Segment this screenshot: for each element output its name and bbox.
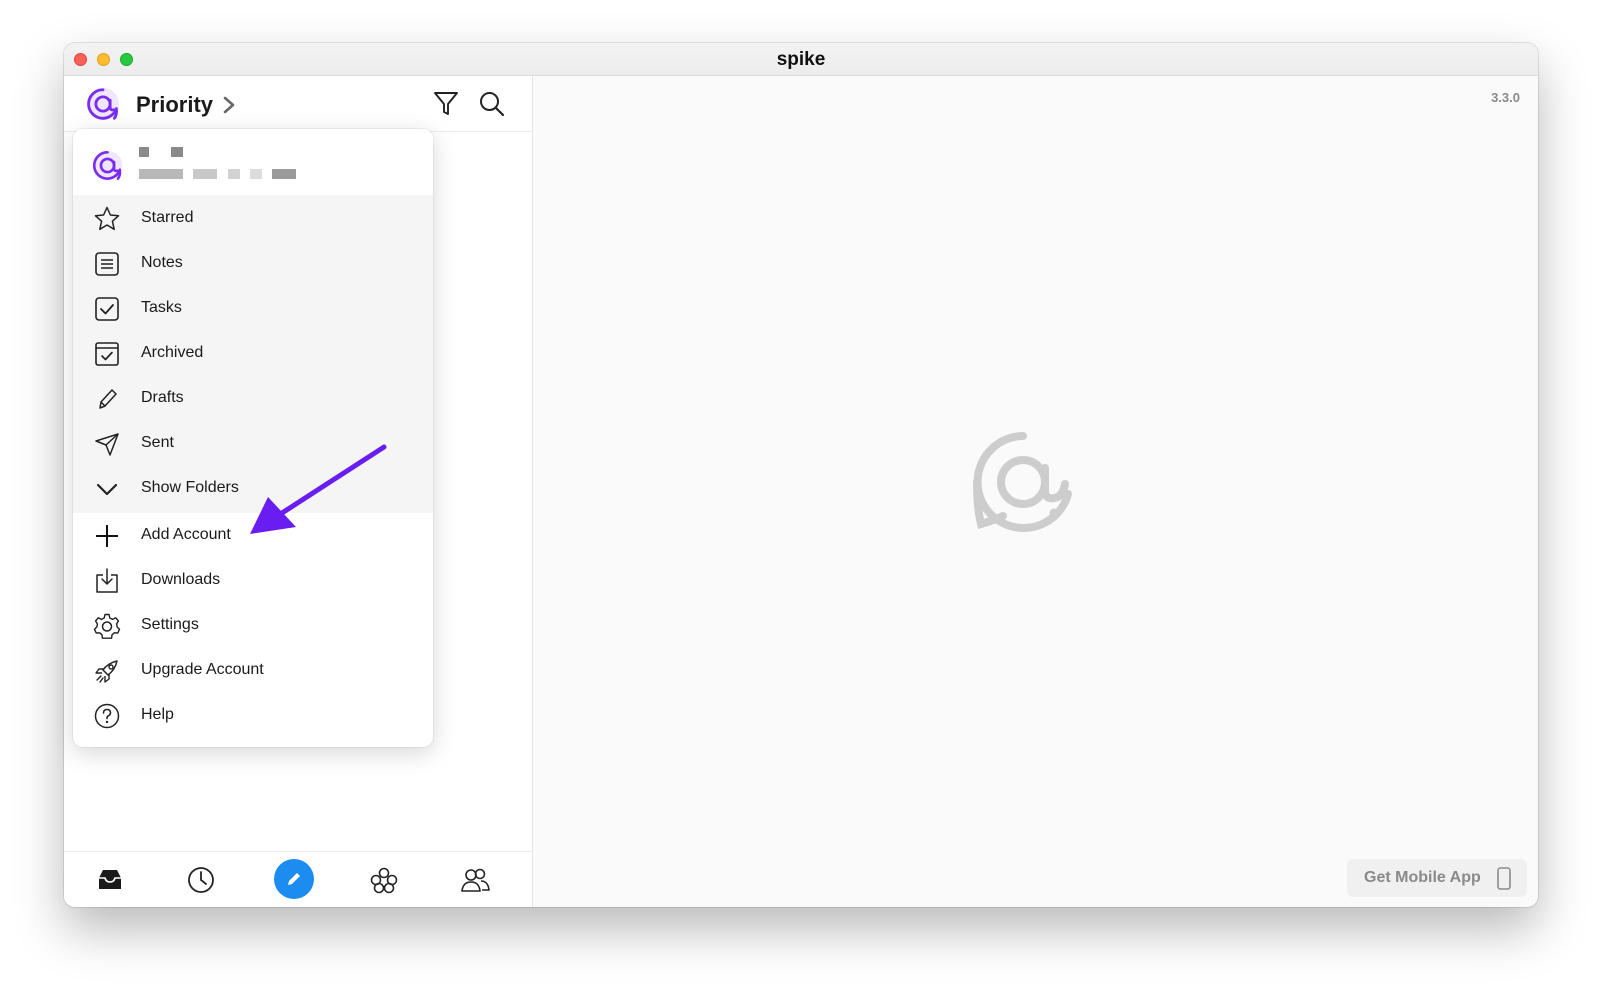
compose-button[interactable] — [274, 859, 314, 899]
get-mobile-app-button[interactable]: Get Mobile App — [1347, 859, 1527, 897]
account-header[interactable] — [73, 129, 433, 195]
menu-item-label: Upgrade Account — [141, 661, 264, 678]
menu-item-tasks[interactable]: Tasks — [73, 286, 433, 331]
help-circle-icon — [94, 703, 120, 729]
inbox-tray-icon[interactable] — [94, 864, 126, 896]
contacts-icon[interactable] — [459, 864, 491, 896]
spike-logo-icon[interactable] — [84, 85, 122, 123]
menu-item-settings[interactable]: Settings — [73, 603, 433, 648]
menu-item-label: Drafts — [141, 389, 184, 406]
redacted-account-email — [139, 169, 183, 179]
menu-item-add-account[interactable]: Add Account — [73, 513, 433, 558]
redacted-account-email — [250, 169, 262, 179]
chevron-right-icon[interactable] — [222, 96, 236, 114]
download-icon — [96, 568, 118, 593]
tasks-checkbox-icon — [95, 297, 119, 321]
groups-icon[interactable] — [368, 864, 400, 896]
star-icon — [94, 206, 120, 231]
menu-item-archived[interactable]: Archived — [73, 331, 433, 376]
menu-item-label: Tasks — [141, 299, 182, 316]
menu-item-label: Help — [141, 706, 174, 723]
get-mobile-app-label: Get Mobile App — [1364, 869, 1481, 886]
rocket-icon — [95, 660, 118, 683]
menu-item-label: Add Account — [141, 526, 231, 543]
compose-pencil-icon — [288, 873, 300, 885]
filter-icon[interactable] — [433, 90, 459, 118]
redacted-account-email — [228, 169, 240, 179]
title-bar[interactable]: spike — [64, 43, 1538, 76]
pencil-icon — [99, 389, 117, 409]
main-panel: 3.3.0 Get Mobile App — [533, 76, 1538, 907]
menu-item-upgrade-account[interactable]: Upgrade Account — [73, 648, 433, 693]
menu-item-show-folders[interactable]: Show Folders — [73, 466, 433, 511]
menu-item-drafts[interactable]: Drafts — [73, 376, 433, 421]
account-menu: Starred Notes Tasks Archived Drafts Sent… — [73, 129, 433, 747]
menu-item-label: Show Folders — [141, 479, 239, 496]
menu-item-starred[interactable]: Starred — [73, 196, 433, 241]
spike-account-avatar-icon — [92, 150, 123, 181]
menu-item-help[interactable]: Help — [73, 693, 433, 738]
search-icon[interactable] — [478, 90, 506, 118]
spike-watermark-icon — [973, 432, 1072, 532]
redacted-account-email — [272, 169, 296, 179]
menu-item-label: Sent — [141, 434, 174, 451]
sidebar-header: Priority — [64, 76, 532, 132]
paper-plane-icon — [95, 433, 119, 456]
clock-icon[interactable] — [185, 864, 217, 896]
chevron-down-icon — [96, 483, 118, 496]
plus-icon — [96, 525, 118, 547]
gear-icon — [93, 613, 121, 639]
phone-icon — [1497, 867, 1511, 890]
archive-icon — [95, 342, 119, 366]
menu-item-label: Downloads — [141, 571, 221, 588]
app-version: 3.3.0 — [1491, 90, 1520, 105]
menu-item-label: Starred — [141, 209, 194, 226]
menu-item-label: Archived — [141, 344, 204, 361]
window-title: spike — [776, 49, 826, 70]
menu-item-downloads[interactable]: Downloads — [73, 558, 433, 603]
inbox-title[interactable]: Priority — [136, 92, 213, 118]
notes-icon — [95, 252, 119, 276]
redacted-account-email — [193, 169, 217, 179]
redacted-account-name — [171, 147, 183, 157]
bottom-nav — [64, 851, 532, 907]
menu-item-label: Settings — [141, 616, 199, 633]
menu-item-label: Notes — [141, 254, 183, 271]
menu-item-notes[interactable]: Notes — [73, 241, 433, 286]
menu-item-sent[interactable]: Sent — [73, 421, 433, 466]
redacted-account-name — [139, 147, 149, 157]
